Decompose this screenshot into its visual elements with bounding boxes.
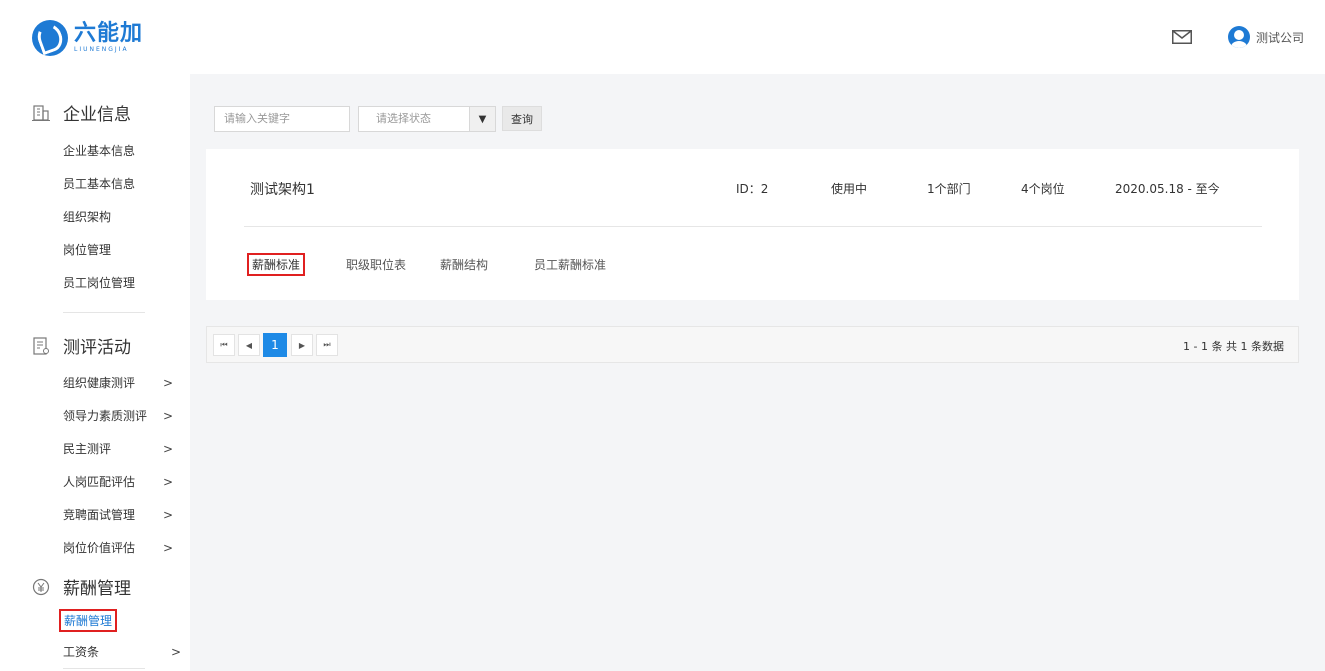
chevron-right-icon: > [162,540,173,555]
logo-text: 六能加 [74,21,144,46]
sidebar-item-company-info[interactable]: 企业基本信息 [63,142,173,159]
status-select-placeholder: 请选择状态 [376,112,431,125]
sidebar-group-title: 企业信息 [63,105,131,125]
sidebar-item-employee-position[interactable]: 员工岗位管理 [63,274,173,291]
chevron-right-icon: > [170,644,181,659]
keyword-input[interactable]: 请输入关键字 [214,106,350,132]
sidebar-divider [63,312,145,313]
user-avatar-icon [1228,26,1250,48]
mail-icon[interactable] [1172,30,1192,44]
sidebar-item-org-structure[interactable]: 组织架构 [63,208,173,225]
structure-title: 测试架构1 [250,182,315,198]
chevron-right-icon: > [162,474,173,489]
next-page-icon[interactable]: ▶ [291,334,313,356]
chevron-right-icon: > [162,408,173,423]
yen-icon [32,578,50,595]
dropdown-arrow-icon[interactable]: ▼ [469,107,495,131]
page-number-current[interactable]: 1 [263,333,287,357]
structure-card: 测试架构1 ID：2 使用中 1个部门 4个岗位 2020.05.18 - 至今… [206,149,1299,300]
sidebar-divider [63,668,145,669]
sidebar-group-title: 测评活动 [63,338,131,358]
user-menu[interactable]: 测试公司 [1228,25,1304,49]
first-page-icon[interactable]: ⏮ [213,334,235,356]
department-count: 1个部门 [927,182,971,196]
position-count: 4个岗位 [1021,182,1065,196]
status-badge: 使用中 [831,182,868,196]
user-name: 测试公司 [1256,30,1305,45]
prev-page-icon[interactable]: ◀ [238,334,260,356]
logo-mark-icon [32,20,68,56]
top-header: 六能加 LIUNENGJIA 测试公司 [0,0,1325,74]
sidebar-item-interview[interactable]: 竞聘面试管理 > [63,506,173,523]
sidebar-group-assessment: 测评活动 [32,333,131,358]
sidebar-item-payslip[interactable]: 工资条 > [63,643,181,660]
sidebar-group-enterprise: 企业信息 [32,100,131,125]
tab-salary-structure[interactable]: 薪酬结构 [440,256,488,273]
chevron-right-icon: > [162,507,173,522]
sidebar-item-position-mgmt[interactable]: 岗位管理 [63,241,173,258]
sidebar-item-org-health[interactable]: 组织健康测评 > [63,374,173,391]
tab-grade-position-table[interactable]: 职级职位表 [346,256,406,273]
structure-id: ID：2 [736,182,769,196]
logo[interactable]: 六能加 LIUNENGJIA [32,20,143,56]
sidebar-item-employee-info[interactable]: 员工基本信息 [63,175,173,192]
chevron-right-icon: > [162,441,173,456]
sidebar: 企业信息 企业基本信息 员工基本信息 组织架构 岗位管理 员工岗位管理 测评活动… [0,74,190,671]
sidebar-item-person-job-match[interactable]: 人岗匹配评估 > [63,473,173,490]
sidebar-group-title: 薪酬管理 [63,579,131,599]
last-page-icon[interactable]: ⏭ [316,334,338,356]
sidebar-item-leadership[interactable]: 领导力素质测评 > [63,407,173,424]
sidebar-item-salary-mgmt[interactable]: 薪酬管理 [59,609,118,632]
card-divider [244,226,1262,227]
tab-employee-salary-standard[interactable]: 员工薪酬标准 [534,256,606,273]
tab-salary-standard[interactable]: 薪酬标准 [247,253,306,276]
query-button[interactable]: 查询 [502,106,542,131]
logo-subtext: LIUNENGJIA [74,46,129,53]
chevron-right-icon: > [162,375,173,390]
sidebar-item-democratic[interactable]: 民主测评 > [63,440,173,457]
clipboard-icon [33,336,49,355]
date-range: 2020.05.18 - 至今 [1115,182,1220,196]
status-select[interactable]: 请选择状态 ▼ [358,106,496,132]
sidebar-group-salary: 薪酬管理 [32,574,131,599]
building-icon [32,104,50,121]
pagination-summary: 1 - 1 条 共 1 条数据 [1183,340,1284,353]
sidebar-item-position-value[interactable]: 岗位价值评估 > [63,539,173,556]
pagination: ⏮ ◀ 1 ▶ ⏭ 1 - 1 条 共 1 条数据 [206,326,1299,363]
